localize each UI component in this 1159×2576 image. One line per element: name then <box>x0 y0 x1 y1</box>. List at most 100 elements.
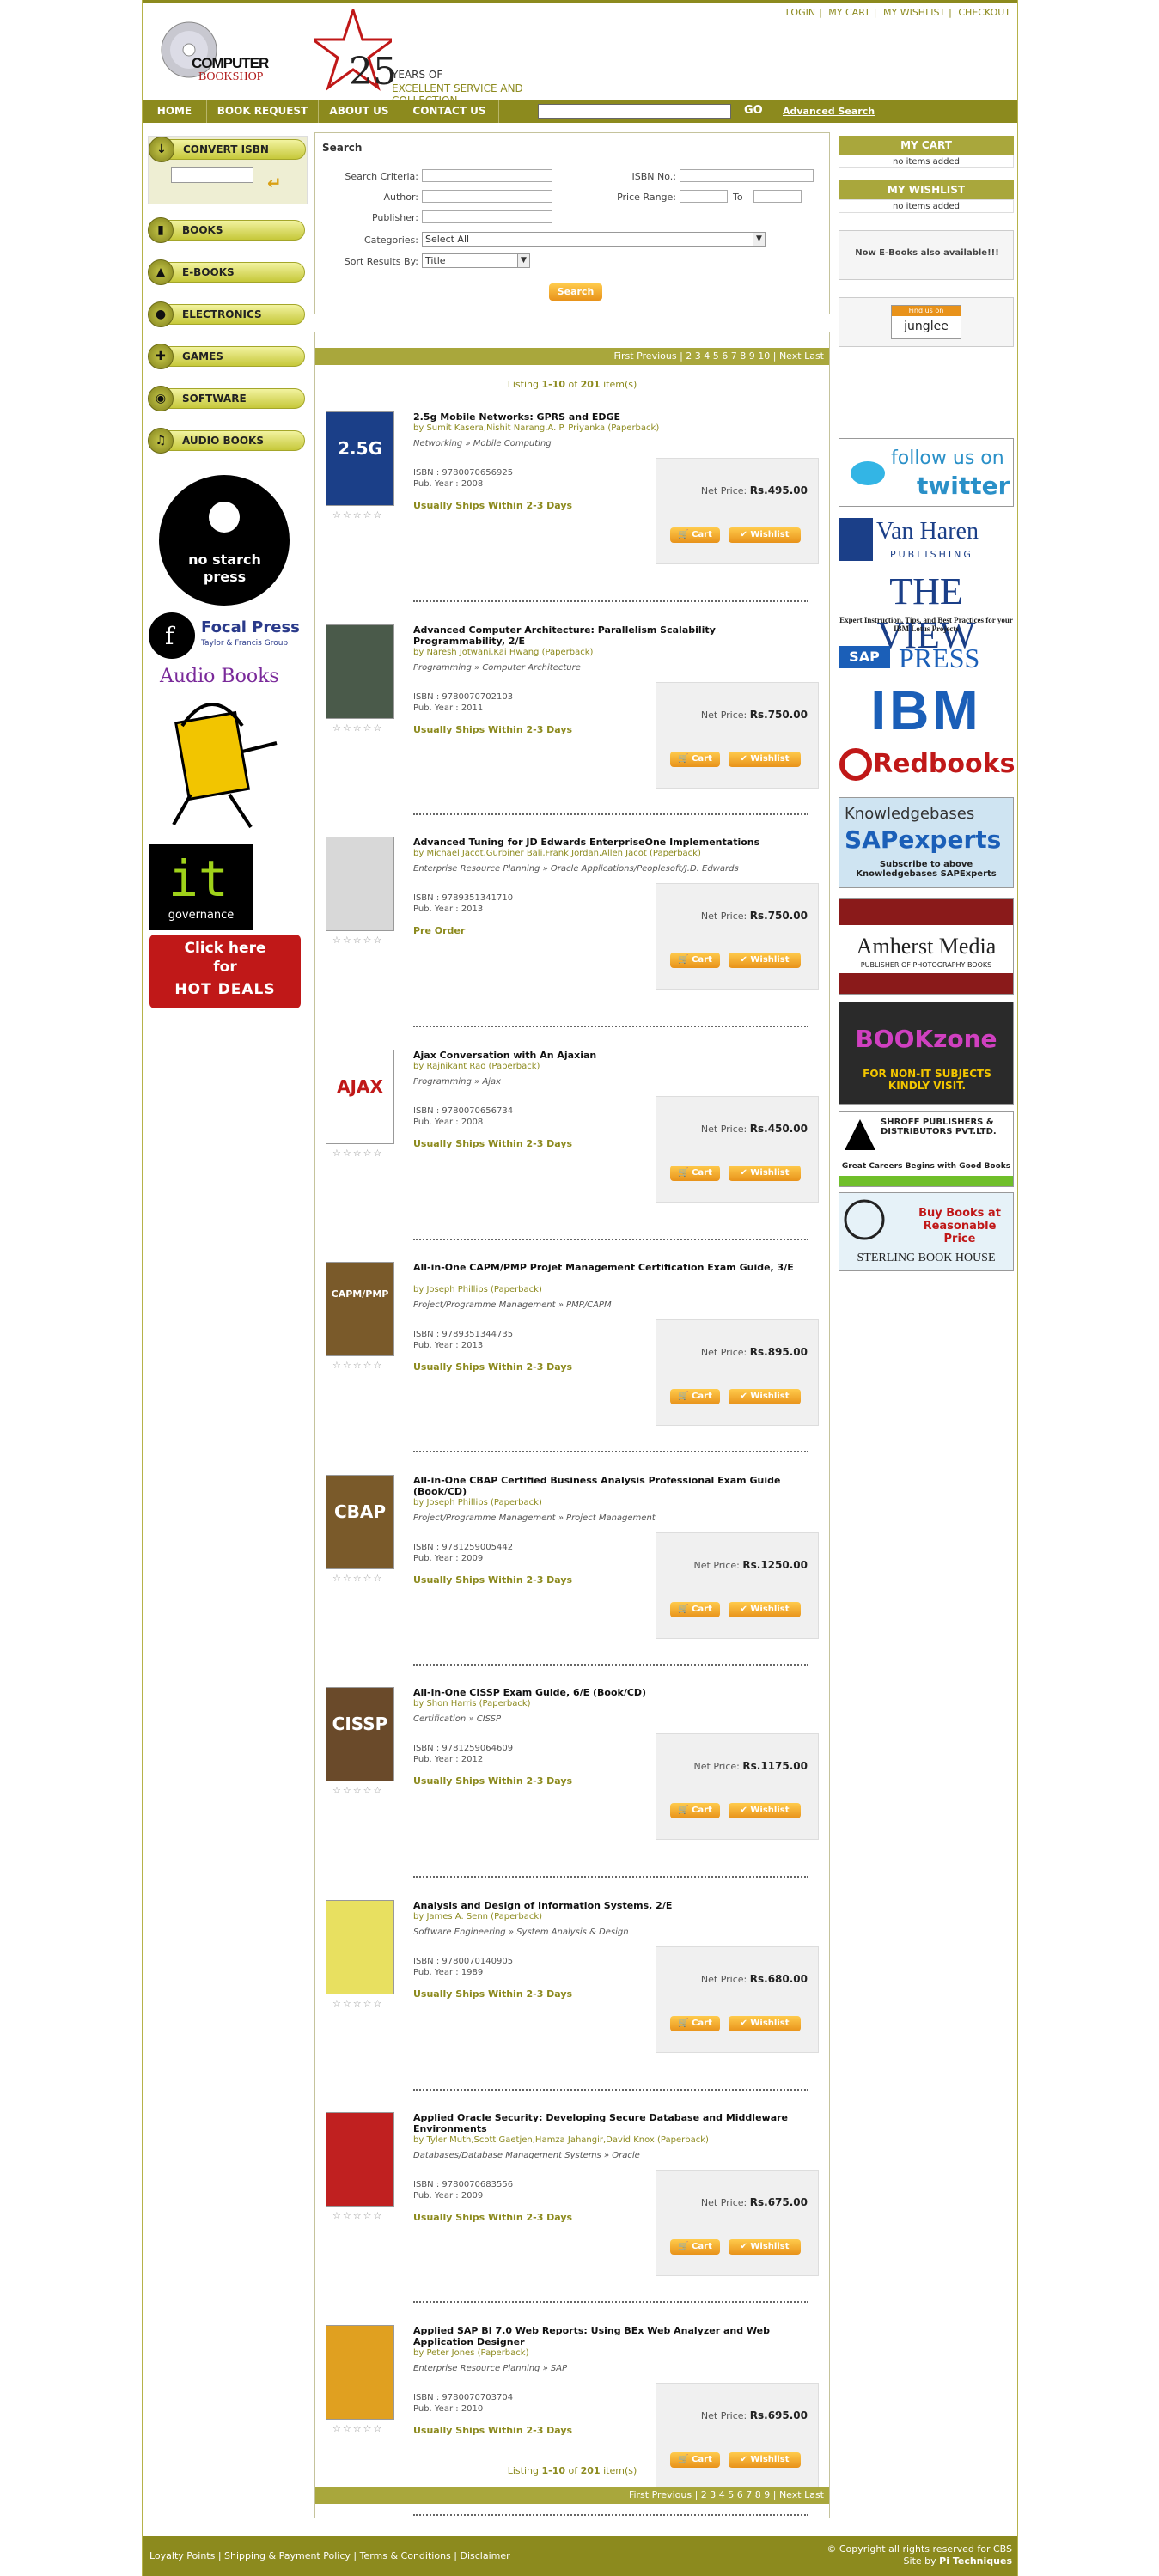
top-search-input[interactable] <box>538 104 731 119</box>
product-category[interactable]: Enterprise Resource Planning » Oracle Ap… <box>413 864 739 874</box>
product-authors[interactable]: by Shon Harris (Paperback) <box>413 1699 531 1708</box>
product-category[interactable]: Project/Programme Management » Project M… <box>413 1513 656 1523</box>
sap-press-ad[interactable]: SAP PRESS <box>839 642 1014 673</box>
product-authors[interactable]: by Sumit Kasera,Nishit Narang,A. P. Priy… <box>413 423 659 433</box>
sterling-ad[interactable]: Buy Books at Reasonable Price STERLING B… <box>839 1192 1014 1271</box>
rating-stars[interactable]: ☆☆☆☆☆ <box>332 1785 383 1796</box>
product-title[interactable]: Analysis and Design of Information Syste… <box>413 1900 808 1911</box>
product-category[interactable]: Certification » CISSP <box>413 1714 501 1724</box>
category-games[interactable]: ✚ GAMES <box>148 344 305 369</box>
product-title[interactable]: Advanced Tuning for JD Edwards Enterpris… <box>413 837 808 848</box>
advanced-search-link[interactable]: Advanced Search <box>783 106 875 117</box>
add-to-cart-button[interactable]: 🛒 Cart <box>670 2016 720 2031</box>
add-to-wishlist-button[interactable]: ✔ Wishlist <box>729 1803 801 1818</box>
go-button[interactable]: GO <box>744 104 763 117</box>
book-cover[interactable] <box>326 837 394 931</box>
category-audio-books[interactable]: ♫ AUDIO BOOKS <box>148 428 305 454</box>
no-starch-press-logo[interactable]: no starch press <box>158 474 291 607</box>
add-to-cart-button[interactable]: 🛒 Cart <box>670 527 720 543</box>
add-to-cart-button[interactable]: 🛒 Cart <box>670 1389 720 1404</box>
book-cover[interactable] <box>326 1900 394 1994</box>
junglee-box[interactable]: Find us on junglee <box>839 297 1014 347</box>
book-cover[interactable]: CAPM/PMP <box>326 1262 394 1356</box>
add-to-wishlist-button[interactable]: ✔ Wishlist <box>729 1389 801 1404</box>
product-authors[interactable]: by Michael Jacot,Gurbiner Bali,Frank Jor… <box>413 849 701 858</box>
rating-stars[interactable]: ☆☆☆☆☆ <box>332 509 383 521</box>
shroff-ad[interactable]: SHROFF PUBLISHERS & DISTRIBUTORS PVT.LTD… <box>839 1111 1014 1187</box>
product-title[interactable]: Applied Oracle Security: Developing Secu… <box>413 2112 808 2134</box>
nav-contact-us[interactable]: CONTACT US <box>400 100 499 123</box>
rating-stars[interactable]: ☆☆☆☆☆ <box>332 935 383 946</box>
first-previous-link[interactable]: First Previous <box>613 350 676 362</box>
my-cart-header[interactable]: MY CART <box>839 136 1014 155</box>
add-to-cart-button[interactable]: 🛒 Cart <box>670 1166 720 1181</box>
publisher-input[interactable] <box>422 210 552 223</box>
author-input[interactable] <box>422 190 552 203</box>
knowledgebases-ad[interactable]: Knowledgebases SAPexperts Subscribe to a… <box>839 797 1014 888</box>
add-to-wishlist-button[interactable]: ✔ Wishlist <box>729 1166 801 1181</box>
product-title[interactable]: Advanced Computer Architecture: Parallel… <box>413 624 808 647</box>
product-authors[interactable]: by Joseph Phillips (Paperback) <box>413 1285 542 1294</box>
page-numbers[interactable]: 2 3 4 5 6 7 8 9 <box>701 2489 770 2500</box>
book-cover[interactable]: AJAX <box>326 1050 394 1144</box>
product-authors[interactable]: by Rajnikant Rao (Paperback) <box>413 1062 540 1071</box>
product-category[interactable]: Databases/Database Management Systems » … <box>413 2151 640 2160</box>
convert-return-icon[interactable]: ↵ <box>267 173 282 193</box>
rating-stars[interactable]: ☆☆☆☆☆ <box>332 2210 383 2221</box>
product-authors[interactable]: by James A. Senn (Paperback) <box>413 1912 542 1921</box>
product-title[interactable]: Applied SAP BI 7.0 Web Reports: Using BE… <box>413 2325 808 2348</box>
book-cover[interactable] <box>326 624 394 719</box>
book-cover[interactable] <box>326 2112 394 2207</box>
product-category[interactable]: Networking » Mobile Computing <box>413 439 552 448</box>
focal-press-logo[interactable]: f Focal Press Taylor & Francis Group <box>148 612 302 659</box>
category-books[interactable]: ▮ BOOKS <box>148 217 305 243</box>
nav-about-us[interactable]: ABOUT US <box>319 100 400 123</box>
my-cart-link[interactable]: MY CART <box>828 7 869 18</box>
category-ebooks[interactable]: ▲ E-BOOKS <box>148 259 305 285</box>
page-numbers[interactable]: 2 3 4 5 6 7 8 9 10 <box>686 350 770 362</box>
product-category[interactable]: Programming » Ajax <box>413 1077 501 1087</box>
twitter-ad[interactable]: follow us on twitter <box>839 438 1014 507</box>
hot-deals-banner[interactable]: Click here for HOT DEALS <box>149 935 301 1008</box>
product-title[interactable]: All-in-One CAPM/PMP Projet Management Ce… <box>413 1262 808 1273</box>
isbn-input[interactable] <box>680 169 814 182</box>
categories-select[interactable]: Select All ▼ <box>422 232 766 247</box>
product-category[interactable]: Enterprise Resource Planning » SAP <box>413 2364 567 2373</box>
governance-logo[interactable]: it governance <box>149 844 253 930</box>
product-authors[interactable]: by Naresh Jotwani,Kai Hwang (Paperback) <box>413 648 593 657</box>
nav-book-request[interactable]: BOOK REQUEST <box>207 100 319 123</box>
add-to-wishlist-button[interactable]: ✔ Wishlist <box>729 1602 801 1617</box>
add-to-wishlist-button[interactable]: ✔ Wishlist <box>729 2016 801 2031</box>
price-to-input[interactable] <box>753 190 802 203</box>
login-link[interactable]: LOGIN <box>786 7 815 18</box>
the-view-ad[interactable]: THE VIEW Expert Instruction, Tips, and B… <box>839 569 1014 656</box>
book-cover[interactable]: CISSP <box>326 1687 394 1781</box>
add-to-cart-button[interactable]: 🛒 Cart <box>670 1803 720 1818</box>
product-authors[interactable]: by Joseph Phillips (Paperback) <box>413 1498 542 1507</box>
rating-stars[interactable]: ☆☆☆☆☆ <box>332 2423 383 2434</box>
sort-select[interactable]: Title ▼ <box>422 253 530 268</box>
add-to-wishlist-button[interactable]: ✔ Wishlist <box>729 953 801 968</box>
my-wishlist-link[interactable]: MY WISHLIST <box>883 7 945 18</box>
price-from-input[interactable] <box>680 190 728 203</box>
product-title[interactable]: Ajax Conversation with An Ajaxian <box>413 1050 808 1061</box>
add-to-cart-button[interactable]: 🛒 Cart <box>670 2239 720 2255</box>
rating-stars[interactable]: ☆☆☆☆☆ <box>332 722 383 734</box>
redbooks-ad[interactable]: Redbooks <box>839 747 1015 782</box>
add-to-wishlist-button[interactable]: ✔ Wishlist <box>729 2239 801 2255</box>
next-last-link[interactable]: Next Last <box>779 350 824 362</box>
van-haren-ad[interactable]: Van Haren PUBLISHING <box>839 518 1014 561</box>
product-category[interactable]: Software Engineering » System Analysis &… <box>413 1927 629 1937</box>
category-electronics[interactable]: ● ELECTRONICS <box>148 301 305 327</box>
product-title[interactable]: 2.5g Mobile Networks: GPRS and EDGE <box>413 411 808 423</box>
book-cover[interactable] <box>326 2325 394 2420</box>
bookzone-ad[interactable]: BOOKzone FOR NON-IT SUBJECTS KINDLY VISI… <box>839 1002 1014 1105</box>
checkout-link[interactable]: CHECKOUT <box>958 7 1010 18</box>
ibm-ad[interactable]: IBM <box>839 679 1014 741</box>
site-by-link[interactable]: Pi Techniques <box>939 2555 1012 2567</box>
category-software[interactable]: ◉ SOFTWARE <box>148 386 305 411</box>
product-title[interactable]: All-in-One CBAP Certified Business Analy… <box>413 1475 808 1497</box>
rating-stars[interactable]: ☆☆☆☆☆ <box>332 1573 383 1584</box>
product-category[interactable]: Project/Programme Management » PMP/CAPM <box>413 1300 612 1310</box>
amherst-media-ad[interactable]: Amherst Media PUBLISHER OF PHOTOGRAPHY B… <box>839 898 1014 995</box>
